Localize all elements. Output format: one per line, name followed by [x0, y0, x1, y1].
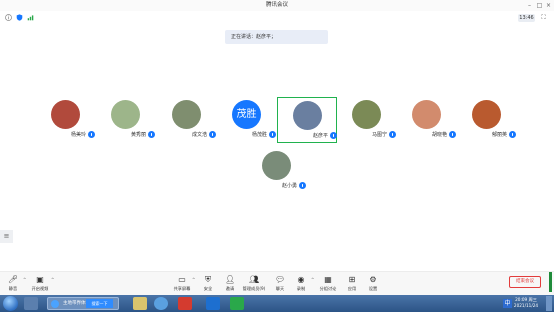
invite-icon: 👤︎ — [225, 275, 236, 284]
settings-icon: ⚙ — [369, 275, 377, 284]
mic-icon — [509, 131, 516, 138]
end-meeting-button[interactable]: 结束会议 — [509, 276, 541, 288]
participant-tile-active[interactable]: 赵彦平 — [277, 97, 337, 143]
participant-tile[interactable]: 黄秀丽 — [96, 97, 156, 143]
avatar — [172, 100, 201, 129]
taskbar-clock[interactable]: 20:09 周三 2021/11/24 — [512, 297, 540, 309]
avatar — [412, 100, 441, 129]
mic-icon: 🎤︎ — [8, 275, 19, 284]
input-method-indicator[interactable]: 中 — [503, 299, 512, 308]
record-icon: ◉ — [297, 275, 305, 284]
security-button[interactable]: ⛨ 安全 — [197, 275, 219, 295]
close-icon[interactable]: × — [544, 1, 553, 10]
participant-name: 杨茂胜 — [251, 132, 267, 138]
app-title: 腾讯会议 — [265, 2, 288, 8]
participant-tile[interactable]: 马图宁 — [337, 97, 397, 143]
participant-tile[interactable]: 胡晓艳 — [397, 97, 457, 143]
avatar — [472, 100, 501, 129]
video-label: 开启视频 — [31, 286, 49, 291]
fullscreen-icon[interactable]: ⛶ — [539, 14, 548, 22]
members-icon: 👥︎ — [249, 275, 260, 284]
chat-button[interactable]: 💬︎ 聊天 — [269, 275, 291, 295]
avatar — [111, 100, 140, 129]
volume-indicator — [549, 272, 552, 292]
taskbar-date: 2021/11/24 — [513, 303, 539, 308]
mic-icon — [299, 182, 306, 189]
breakout-button[interactable]: ▦ 分组讨论 — [317, 275, 339, 295]
info-icon[interactable] — [5, 14, 12, 21]
signal-icon[interactable] — [27, 14, 34, 21]
search-button[interactable]: 搜索一下 — [86, 299, 113, 308]
participant-tile[interactable]: 成文浩 — [157, 97, 217, 143]
mic-icon — [389, 131, 396, 138]
mic-icon — [330, 132, 337, 139]
wechat-icon[interactable] — [230, 297, 244, 310]
participant-tile[interactable]: 茂胜 杨茂胜 — [217, 97, 277, 143]
camera-off-icon: ▣ — [36, 275, 44, 284]
participant-name: 成文浩 — [191, 132, 207, 138]
ie-icon — [51, 300, 59, 308]
participant-name: 黄秀丽 — [130, 132, 146, 138]
show-desktop-button[interactable] — [546, 296, 552, 311]
participant-tile[interactable]: 赵小勇 — [247, 148, 307, 194]
participant-name: 赵彦平 — [312, 133, 328, 139]
participant-name: 郁丽英 — [491, 132, 507, 138]
participant-name: 胡晓艳 — [431, 132, 447, 138]
chevron-up-icon[interactable]: ^ — [23, 277, 26, 282]
mic-icon — [148, 131, 155, 138]
manage-members-button[interactable]: 👥︎ 管理成员(9) — [243, 275, 266, 295]
status-row — [0, 11, 554, 25]
title-bar: 腾讯会议 – □ × — [0, 0, 554, 11]
screen-share-icon: ▭ — [178, 275, 186, 284]
record-label: 录制 — [296, 286, 306, 291]
shield-icon: ⛨ — [205, 275, 211, 284]
apps-icon: ⊞ — [348, 275, 356, 284]
mic-icon — [209, 131, 216, 138]
speaking-indicator: 正在讲话：赵彦平； — [225, 30, 328, 44]
mic-icon — [269, 131, 276, 138]
invite-button[interactable]: 👤︎ 邀请 — [219, 275, 241, 295]
chevron-up-icon[interactable]: ^ — [192, 277, 195, 282]
minimize-icon[interactable]: – — [525, 1, 534, 10]
participant-name: 杨美玲 — [70, 132, 86, 138]
chat-icon: 💬︎ — [275, 275, 286, 284]
participant-name: 赵小勇 — [281, 183, 297, 189]
meeting-app-icon[interactable] — [206, 297, 220, 310]
participant-name: 马图宁 — [371, 132, 387, 138]
share-screen-button[interactable]: ▭ 共享屏幕 — [171, 275, 193, 295]
mute-label: 静音 — [8, 286, 18, 291]
avatar — [51, 100, 80, 129]
menu-toggle-icon[interactable]: ≡ — [0, 230, 13, 243]
video-button[interactable]: ▣ 开启视频 — [29, 275, 51, 295]
meeting-clock: 13:46 — [518, 14, 535, 22]
shield-icon[interactable] — [16, 14, 23, 21]
apps-button[interactable]: ⊞ 应用 — [341, 275, 363, 295]
mic-icon — [449, 131, 456, 138]
chevron-up-icon[interactable]: ^ — [51, 277, 54, 282]
participant-tile[interactable]: 杨美玲 — [36, 97, 96, 143]
avatar — [262, 151, 291, 180]
avatar — [352, 100, 381, 129]
meeting-window: { "window": { "title": "腾讯会议" }, "status… — [0, 0, 554, 312]
record-button[interactable]: ◉ 录制 — [290, 275, 312, 295]
participant-tile[interactable]: 郁丽英 — [457, 97, 517, 143]
folder-icon[interactable] — [133, 297, 147, 310]
mute-button[interactable]: 🎤︎ 静音 — [2, 275, 24, 295]
avatar — [293, 101, 322, 130]
settings-button[interactable]: ⚙ 设置 — [362, 275, 384, 295]
avatar: 茂胜 — [232, 100, 261, 129]
start-button[interactable] — [3, 296, 18, 311]
pdf-icon[interactable] — [178, 297, 192, 310]
app-icon[interactable] — [154, 297, 168, 310]
breakout-icon: ▦ — [324, 275, 332, 284]
maximize-icon[interactable]: □ — [535, 1, 544, 10]
chevron-up-icon[interactable]: ^ — [311, 277, 314, 282]
explorer-icon[interactable] — [24, 297, 38, 310]
settings-label: 设置 — [368, 286, 378, 291]
mic-icon — [88, 131, 95, 138]
